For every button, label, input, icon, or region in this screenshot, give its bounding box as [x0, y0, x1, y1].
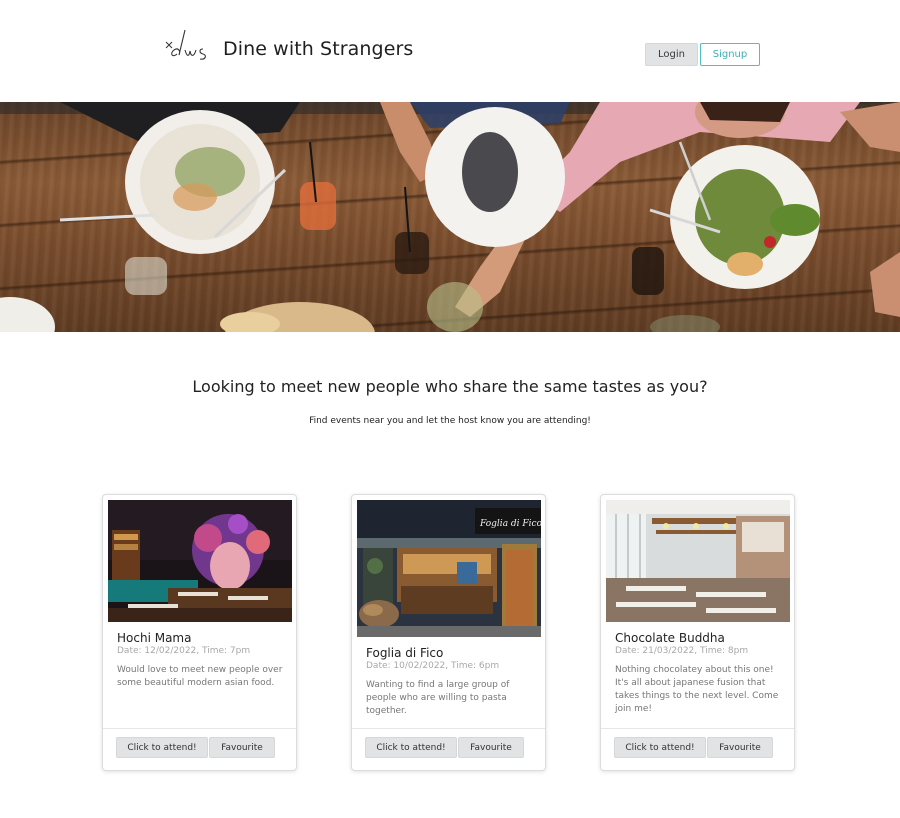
- event-image-foglia-di-fico: Foglia di Fico: [357, 500, 541, 637]
- event-description: Nothing chocolatey about this one! It's …: [615, 665, 779, 714]
- event-card-foglia-di-fico: Foglia di Fico Foglia di Fico Date: 10/0…: [351, 494, 546, 771]
- hero-image: [0, 102, 900, 332]
- event-card-chocolate-buddha: Chocolate Buddha Date: 21/03/2022, Time:…: [600, 494, 795, 771]
- event-image-hochi-mama: [108, 500, 292, 622]
- attend-button[interactable]: Click to attend!: [614, 737, 706, 758]
- event-card-hochi-mama: Hochi Mama Date: 12/02/2022, Time: 7pm W…: [102, 494, 297, 771]
- card-divider: [103, 728, 296, 729]
- restaurant-photo: [108, 500, 292, 622]
- favourite-button[interactable]: Favourite: [707, 737, 773, 758]
- intro-subheading: Find events near you and let the host kn…: [309, 416, 591, 426]
- event-date: Date: 12/02/2022, Time: 7pm: [117, 646, 251, 656]
- event-description: Wanting to find a large group of people …: [366, 680, 510, 716]
- site-title[interactable]: Dine with Strangers: [223, 38, 413, 60]
- card-divider: [352, 728, 545, 729]
- dws-logo-icon[interactable]: [163, 24, 215, 66]
- card-divider: [601, 728, 794, 729]
- hero-banner: [0, 102, 900, 332]
- intro-heading: Looking to meet new people who share the…: [192, 377, 708, 396]
- attend-button[interactable]: Click to attend!: [365, 737, 457, 758]
- favourite-button[interactable]: Favourite: [209, 737, 275, 758]
- event-title[interactable]: Chocolate Buddha: [615, 631, 725, 645]
- svg-text:Foglia di Fico: Foglia di Fico: [479, 519, 541, 529]
- event-image-chocolate-buddha: [606, 500, 790, 622]
- event-title[interactable]: Hochi Mama: [117, 631, 191, 645]
- event-title[interactable]: Foglia di Fico: [366, 646, 443, 660]
- signup-button[interactable]: Signup: [700, 43, 760, 66]
- favourite-button[interactable]: Favourite: [458, 737, 524, 758]
- restaurant-photo: Foglia di Fico: [357, 500, 541, 637]
- event-description: Would love to meet new people over some …: [117, 665, 283, 688]
- attend-button[interactable]: Click to attend!: [116, 737, 208, 758]
- restaurant-photo: [606, 500, 790, 622]
- event-date: Date: 10/02/2022, Time: 6pm: [366, 661, 500, 671]
- site-header: Dine with Strangers Login Signup: [0, 0, 900, 102]
- event-date: Date: 21/03/2022, Time: 8pm: [615, 646, 749, 656]
- login-button[interactable]: Login: [645, 43, 698, 66]
